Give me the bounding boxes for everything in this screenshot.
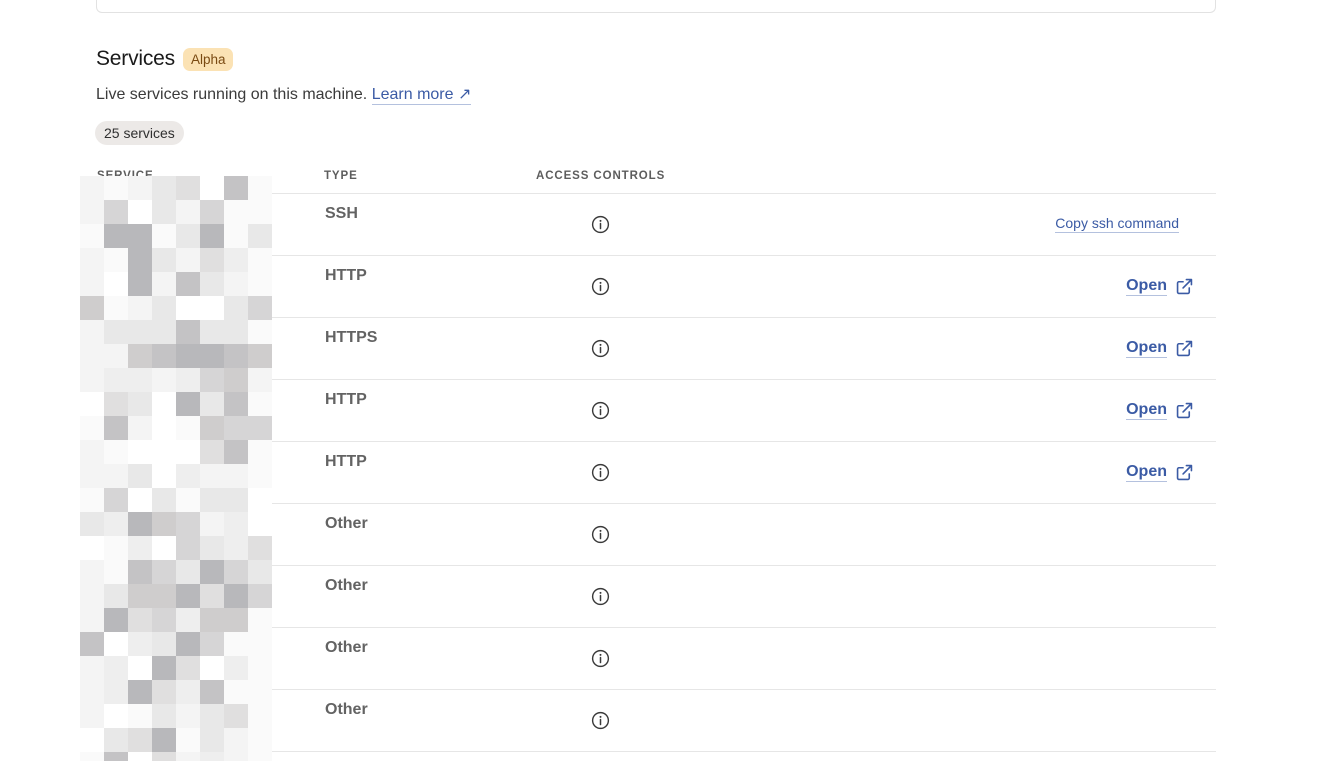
service-type: Other <box>325 515 368 532</box>
external-link-icon <box>1167 401 1194 420</box>
column-header-access-controls: ACCESS CONTROLS <box>536 170 666 182</box>
info-circle-icon[interactable] <box>591 649 610 668</box>
service-type: Other <box>325 577 368 594</box>
info-circle-icon[interactable] <box>591 401 610 420</box>
redacted-service-names <box>80 176 276 761</box>
open-service-button[interactable]: Open <box>1126 276 1194 296</box>
info-circle-icon[interactable] <box>591 587 610 606</box>
info-circle-icon[interactable] <box>591 215 610 234</box>
learn-more-link[interactable]: Learn more ↗ <box>371 86 472 105</box>
service-type: HTTP <box>325 453 367 470</box>
open-service-button[interactable]: Open <box>1126 400 1194 420</box>
info-circle-icon[interactable] <box>591 277 610 296</box>
service-type: HTTP <box>325 267 367 284</box>
external-link-icon <box>1167 339 1194 358</box>
service-type: Other <box>325 701 368 718</box>
copy-ssh-command-button[interactable]: Copy ssh command <box>1055 215 1179 233</box>
external-link-icon <box>1167 277 1194 296</box>
alpha-badge: Alpha <box>182 47 234 71</box>
open-label: Open <box>1126 401 1167 420</box>
section-header: Services Alpha <box>96 47 234 71</box>
service-type: SSH <box>325 205 358 222</box>
open-service-button[interactable]: Open <box>1126 462 1194 482</box>
column-header-type: TYPE <box>324 170 358 182</box>
info-circle-icon[interactable] <box>591 711 610 730</box>
external-link-icon <box>1167 463 1194 482</box>
info-circle-icon[interactable] <box>591 463 610 482</box>
service-type: HTTPS <box>325 329 378 346</box>
service-type: Other <box>325 639 368 656</box>
open-label: Open <box>1126 339 1167 358</box>
info-circle-icon[interactable] <box>591 525 610 544</box>
open-label: Open <box>1126 277 1167 296</box>
open-label: Open <box>1126 463 1167 482</box>
section-description: Live services running on this machine. L… <box>96 84 472 105</box>
section-title: Services <box>96 47 175 70</box>
previous-card-edge <box>96 0 1216 13</box>
info-circle-icon[interactable] <box>591 339 610 358</box>
open-service-button[interactable]: Open <box>1126 338 1194 358</box>
service-type: HTTP <box>325 391 367 408</box>
description-text: Live services running on this machine. <box>96 86 368 103</box>
services-count-badge: 25 services <box>95 121 184 145</box>
